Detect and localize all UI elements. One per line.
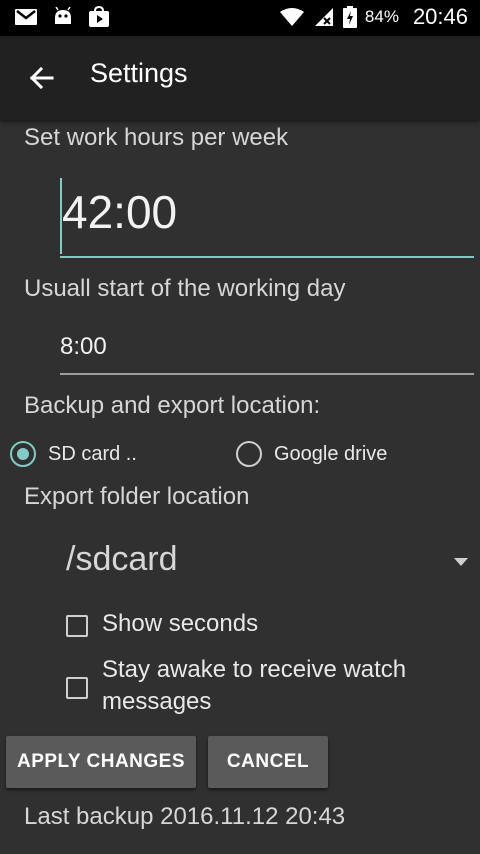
radio-sd-card-label[interactable]: SD card ..	[48, 443, 137, 466]
backup-location-label: Backup and export location:	[24, 392, 321, 419]
status-clock: 20:46	[412, 4, 468, 29]
cancel-button[interactable]: CANCEL	[208, 736, 328, 788]
show-seconds-checkbox[interactable]	[66, 615, 88, 637]
wifi-icon	[279, 8, 304, 26]
radio-sd-card[interactable]	[10, 441, 36, 467]
show-seconds-label[interactable]: Show seconds	[102, 608, 258, 640]
work-hours-input[interactable]: 42:00	[62, 185, 177, 239]
start-day-label: Usuall start of the working day	[24, 275, 346, 302]
notification-icons	[14, 6, 110, 28]
export-folder-spinner[interactable]: /sdcard	[66, 540, 178, 579]
system-icons: 84% 20:46	[279, 4, 468, 30]
page-title: Settings	[90, 58, 188, 88]
android-icon	[55, 7, 71, 24]
battery-percent: 84%	[364, 7, 399, 26]
work-hours-underline	[60, 256, 474, 258]
start-day-underline	[60, 373, 474, 375]
export-folder-label: Export folder location	[24, 483, 250, 510]
work-hours-label: Set work hours per week	[24, 124, 289, 151]
dropdown-arrow-icon[interactable]	[454, 558, 468, 566]
stay-awake-checkbox[interactable]	[66, 677, 88, 699]
apply-changes-button[interactable]: APPLY CHANGES	[6, 736, 196, 788]
battery-charging-icon	[342, 6, 357, 28]
radio-google-drive[interactable]	[236, 441, 262, 467]
start-day-input[interactable]: 8:00	[60, 333, 107, 361]
signal-icon	[314, 8, 333, 26]
app-bar: Settings	[0, 36, 480, 120]
stay-awake-label[interactable]: Stay awake to receive watch messages	[102, 654, 462, 718]
status-bar: 84% 20:46	[0, 0, 480, 36]
back-arrow-icon[interactable]	[26, 62, 58, 94]
last-backup-text: Last backup 2016.11.12 20:43	[24, 803, 346, 830]
gmail-icon	[15, 9, 37, 25]
play-store-icon	[89, 6, 109, 27]
radio-google-drive-label[interactable]: Google drive	[274, 443, 387, 466]
